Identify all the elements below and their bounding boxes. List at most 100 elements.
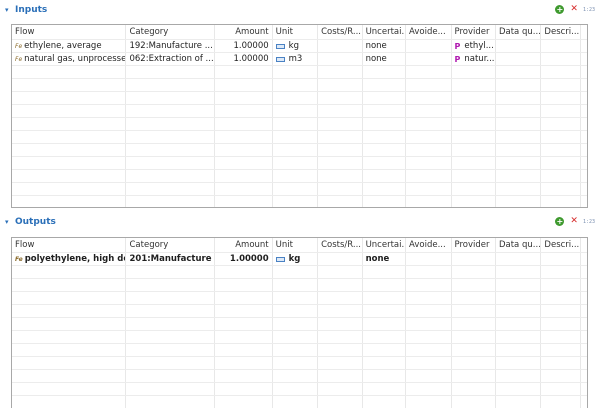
empty-row	[12, 104, 587, 117]
provider-value: ethyl...	[464, 41, 494, 51]
uncertainty-cell[interactable]: none	[363, 253, 407, 265]
column-header-provider[interactable]: Provider	[452, 25, 496, 39]
description-cell[interactable]	[541, 53, 581, 65]
unit-value: m3	[288, 54, 303, 64]
category-cell[interactable]: 201:Manufacture ...	[126, 253, 216, 265]
empty-row	[12, 317, 587, 330]
uncertainty-cell[interactable]: none	[363, 53, 407, 65]
category-cell[interactable]: 062:Extraction of ...	[126, 53, 216, 65]
empty-row	[12, 330, 587, 343]
column-header-description[interactable]: Descri...	[541, 25, 581, 39]
column-header-provider[interactable]: Provider	[452, 238, 496, 252]
numbering-toggle-icon[interactable]: 1:23	[583, 7, 595, 13]
empty-row	[12, 117, 587, 130]
column-header-avoided[interactable]: Avoide...	[406, 238, 452, 252]
row-filler	[581, 40, 587, 52]
column-header-category[interactable]: Category	[126, 238, 216, 252]
empty-row	[12, 91, 587, 104]
empty-row	[12, 130, 587, 143]
column-header-avoided[interactable]: Avoide...	[406, 25, 452, 39]
avoided-cell[interactable]	[406, 253, 452, 265]
empty-row	[12, 395, 587, 408]
category-cell[interactable]: 192:Manufacture ...	[126, 40, 216, 52]
unit-cell[interactable]: m3	[273, 53, 319, 65]
table-row[interactable]: Fepolyethylene, high den... 201:Manufact…	[12, 252, 587, 265]
column-header-data-quality[interactable]: Data qu...	[496, 238, 542, 252]
column-header-unit[interactable]: Unit	[273, 25, 319, 39]
unit-cell[interactable]: kg	[273, 253, 319, 265]
add-input-button[interactable]: +	[555, 5, 565, 14]
amount-cell[interactable]: 1.00000	[215, 40, 273, 52]
avoided-cell[interactable]	[406, 53, 452, 65]
numbering-toggle-icon[interactable]: 1:23	[583, 219, 595, 225]
flow-cell[interactable]: Fepolyethylene, high den...	[12, 253, 127, 265]
empty-row	[12, 169, 587, 182]
column-header-description[interactable]: Descri...	[541, 238, 581, 252]
empty-row	[12, 182, 587, 195]
column-header-amount[interactable]: Amount	[215, 238, 273, 252]
unit-value: kg	[288, 41, 299, 51]
description-cell[interactable]	[541, 40, 581, 52]
flow-icon: Fe	[15, 255, 23, 263]
data-quality-cell[interactable]	[496, 40, 542, 52]
column-header-amount[interactable]: Amount	[215, 25, 273, 39]
row-filler	[581, 253, 587, 265]
outputs-section-header[interactable]: ▾ Outputs + ✕ 1:23	[0, 213, 600, 230]
column-header-category[interactable]: Category	[126, 25, 216, 39]
add-output-button[interactable]: +	[555, 217, 565, 226]
empty-row	[12, 156, 587, 169]
column-header-costs[interactable]: Costs/R...	[318, 25, 363, 39]
provider-cell[interactable]: Pethyl...	[452, 40, 496, 52]
unit-icon	[275, 43, 285, 49]
unit-icon	[275, 56, 285, 62]
column-header-data-quality[interactable]: Data qu...	[496, 25, 542, 39]
unit-cell[interactable]: kg	[273, 40, 319, 52]
outputs-title: Outputs	[15, 216, 56, 227]
inputs-section-header[interactable]: ▾ Inputs + ✕ 1:23	[0, 1, 600, 18]
amount-cell[interactable]: 1.00000	[215, 53, 273, 65]
empty-row	[12, 343, 587, 356]
provider-cell[interactable]	[452, 253, 496, 265]
column-header-flow[interactable]: Flow	[12, 25, 127, 39]
flow-cell[interactable]: Fe natural gas, unprocesse...	[12, 53, 127, 65]
flow-name: polyethylene, high den...	[24, 254, 126, 264]
empty-row	[12, 356, 587, 369]
provider-icon: P	[454, 54, 461, 64]
costs-cell[interactable]	[318, 253, 363, 265]
column-header-uncertainty[interactable]: Uncertai...	[363, 238, 407, 252]
inputs-table-header: Flow Category Amount Unit Costs/R... Unc…	[12, 25, 587, 39]
column-header-flow[interactable]: Flow	[12, 238, 127, 252]
empty-row	[12, 65, 587, 78]
avoided-cell[interactable]	[406, 40, 452, 52]
data-quality-cell[interactable]	[496, 53, 542, 65]
data-quality-cell[interactable]	[496, 253, 542, 265]
uncertainty-cell[interactable]: none	[363, 40, 407, 52]
collapse-caret-icon[interactable]: ▾	[5, 6, 13, 14]
flow-icon: Fe	[15, 55, 23, 63]
costs-cell[interactable]	[318, 40, 363, 52]
description-cell[interactable]	[541, 253, 581, 265]
provider-icon: P	[454, 41, 461, 51]
table-row[interactable]: Fe natural gas, unprocesse... 062:Extract…	[12, 52, 587, 65]
flow-icon: Fe	[15, 42, 23, 50]
remove-input-button[interactable]: ✕	[570, 5, 578, 14]
column-header-costs[interactable]: Costs/R...	[318, 238, 363, 252]
column-header-uncertainty[interactable]: Uncertai...	[363, 25, 407, 39]
outputs-table[interactable]: Flow Category Amount Unit Costs/R... Unc…	[11, 237, 588, 408]
amount-cell[interactable]: 1.00000	[215, 253, 273, 265]
empty-row	[12, 265, 587, 278]
remove-output-button[interactable]: ✕	[570, 217, 578, 226]
empty-row	[12, 304, 587, 317]
row-filler	[581, 53, 587, 65]
costs-cell[interactable]	[318, 53, 363, 65]
inputs-title: Inputs	[15, 4, 48, 15]
table-row[interactable]: Fe ethylene, average 192:Manufacture ... …	[12, 39, 587, 52]
unit-value: kg	[288, 254, 301, 264]
inputs-table[interactable]: Flow Category Amount Unit Costs/R... Unc…	[11, 24, 588, 208]
column-header-unit[interactable]: Unit	[273, 238, 319, 252]
flow-cell[interactable]: Fe ethylene, average	[12, 40, 127, 52]
provider-cell[interactable]: Pnatur...	[452, 53, 496, 65]
collapse-caret-icon[interactable]: ▾	[5, 218, 13, 226]
column-filler	[581, 238, 587, 252]
empty-row	[12, 143, 587, 156]
